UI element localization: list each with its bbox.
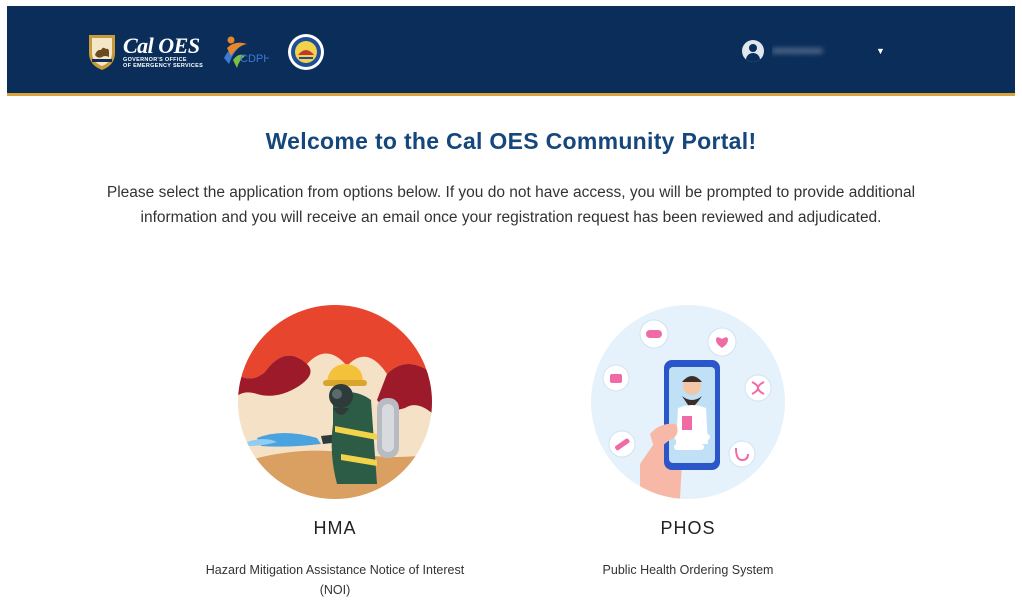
logo-group: Cal OES GOVERNOR'S OFFICE OF EMERGENCY S… [87,30,325,74]
telehealth-illustration[interactable] [590,304,786,500]
top-header: Cal OES GOVERNOR'S OFFICE OF EMERGENCY S… [7,6,1015,96]
caloes-wordmark: Cal OES GOVERNOR'S OFFICE OF EMERGENCY S… [123,33,204,70]
avatar[interactable] [742,40,764,62]
avatar-head [749,44,757,52]
intro-text: Please select the application from optio… [106,184,916,226]
cdph-logo: CDPH [224,36,269,68]
firefighter-illustration[interactable] [237,304,433,500]
app-description-hma: Hazard Mitigation Assistance Notice of I… [205,563,465,597]
app-card-phos[interactable]: PHOS Public Health Ordering System [538,304,838,580]
caloes-shield-logo[interactable] [87,33,117,71]
caloes-title: Cal OES [123,33,200,58]
app-description-phos: Public Health Ordering System [602,563,774,577]
chevron-down-icon[interactable]: ▼ [876,46,885,56]
user-menu[interactable]: •••••••••••• ▼ [742,40,885,62]
state-seal-logo [288,34,325,70]
user-name[interactable]: •••••••••••• [772,44,872,58]
app-name-phos[interactable]: PHOS [538,518,838,539]
app-card-hma[interactable]: HMA Hazard Mitigation Assistance Notice … [185,304,485,600]
page-title: Welcome to the Cal OES Community Portal! [265,128,757,154]
avatar-body [746,53,760,62]
app-name-hma[interactable]: HMA [185,518,485,539]
caloes-subtitle-2: OF EMERGENCY SERVICES [123,63,204,69]
svg-text:CDPH: CDPH [240,53,269,65]
